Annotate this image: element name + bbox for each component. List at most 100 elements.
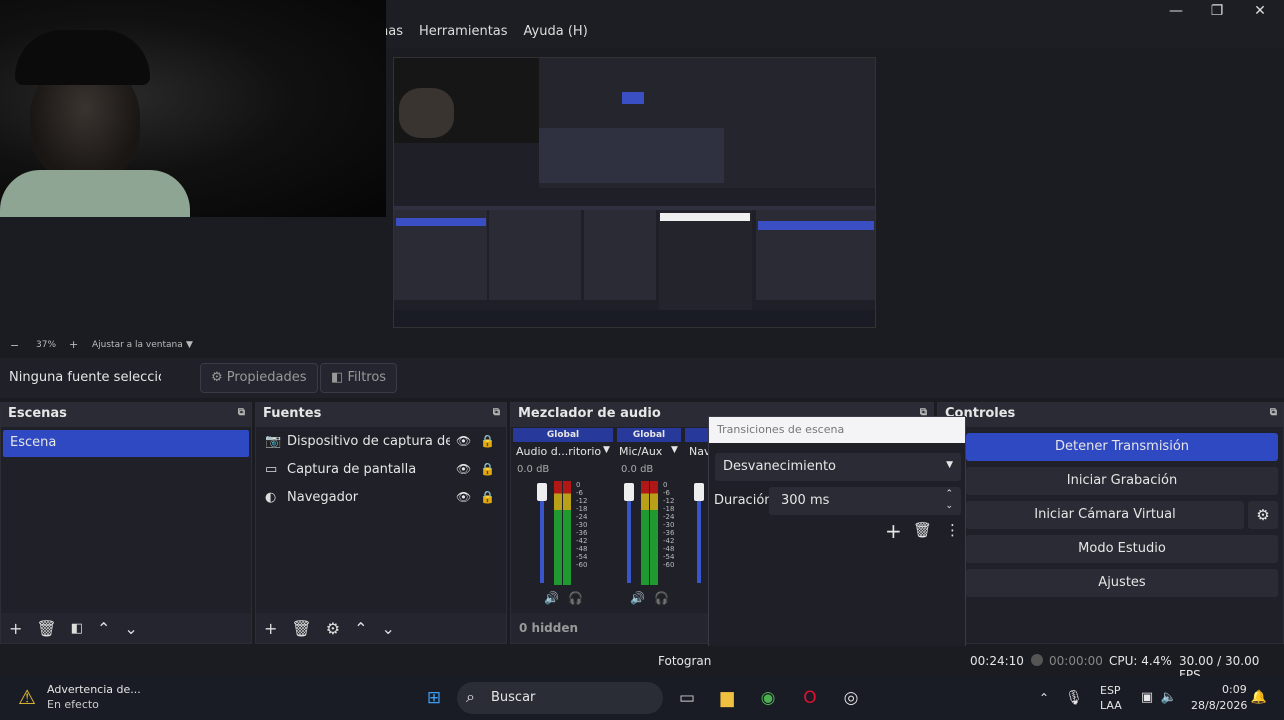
duration-input[interactable]: 300 ms ⌃ ⌄ — [769, 487, 961, 515]
source-item[interactable]: ◐ Navegador 👁 🔒 — [256, 483, 506, 511]
arrow-up-icon[interactable]: ⌃ — [354, 619, 367, 638]
start-recording-button[interactable]: Iniciar Grabación — [966, 467, 1278, 495]
cpu-usage: CPU: 4.4% — [1109, 654, 1172, 668]
add-icon[interactable]: + — [9, 619, 22, 638]
chevron-down-icon[interactable]: ▼ — [603, 445, 610, 455]
language[interactable]: ESP — [1100, 684, 1121, 697]
notifications-icon[interactable]: 🔔 — [1246, 686, 1272, 710]
selected-source-label: Ninguna fuente seleccionada — [9, 370, 161, 385]
arrow-down-icon[interactable]: ⌄ — [381, 619, 394, 638]
source-name: Captura de pantalla — [287, 461, 417, 477]
file-explorer-icon[interactable]: ▆ — [714, 686, 740, 710]
gear-icon[interactable]: ⚙ — [326, 619, 340, 638]
menu-item-tools[interactable]: Herramientas — [419, 24, 508, 39]
maximize-button[interactable]: ❐ — [1199, 2, 1235, 20]
undock-icon[interactable]: ⧉ — [238, 407, 245, 418]
search-box[interactable]: ⌕ Buscar — [457, 682, 663, 714]
channel-db: 0.0 dB — [517, 464, 550, 475]
sources-footer: + 🗑 ⚙ ⌃ ⌄ — [256, 613, 506, 643]
volume-icon[interactable]: 🔈 — [1156, 686, 1182, 710]
stepper-icon[interactable]: ⌃ ⌄ — [945, 488, 953, 512]
gear-icon[interactable]: ⚙ — [1248, 501, 1278, 529]
add-icon[interactable]: + — [885, 519, 902, 543]
fader-knob[interactable] — [694, 483, 704, 501]
source-name: Dispositivo de captura de video — [287, 433, 450, 449]
source-item[interactable]: 📷 Dispositivo de captura de video 👁 🔒 — [256, 427, 506, 455]
channel-header: Global — [617, 428, 681, 442]
warning-title[interactable]: Advertencia de... — [47, 683, 141, 696]
record-icon — [1031, 654, 1043, 666]
fader-knob[interactable] — [537, 483, 547, 501]
mixer-title: Mezclador de audio — [518, 406, 661, 421]
headphones-icon[interactable]: 🎧 — [568, 591, 583, 605]
chevron-down-icon: ▼ — [946, 460, 953, 470]
headphones-icon[interactable]: 🎧 — [654, 591, 669, 605]
zoom-fit-label[interactable]: Ajustar a la ventana — [92, 340, 183, 350]
preview-canvas[interactable] — [393, 57, 876, 328]
db-scale: 0 -6 -12 -18 -24 -30 -36 -42 -48 -54 -60 — [663, 481, 675, 569]
trash-icon[interactable]: 🗑 — [36, 619, 56, 638]
channel-name: Audio d...ritorio — [516, 445, 602, 458]
undock-icon[interactable]: ⧉ — [1270, 407, 1277, 418]
eye-icon[interactable]: 👁 — [456, 434, 471, 448]
properties-label: Propiedades — [226, 370, 307, 385]
controls-header: Controles ⧉ — [938, 403, 1283, 427]
chevron-up-icon[interactable]: ⌃ — [1031, 686, 1057, 710]
gear-icon: ⚙ — [211, 370, 223, 385]
minimize-button[interactable]: — — [1158, 2, 1194, 20]
speaker-icon[interactable]: 🔊 — [544, 591, 559, 605]
eye-icon[interactable]: 👁 — [456, 490, 471, 504]
windows-start-icon[interactable]: ⊞ — [421, 686, 447, 710]
scenes-title: Escenas — [8, 406, 67, 421]
webcam-overlay — [0, 0, 386, 217]
warning-subtitle: En efecto — [47, 698, 99, 711]
trash-icon[interactable]: 🗑 — [913, 521, 932, 539]
filters-button[interactable]: ◧ Filtros — [320, 363, 398, 393]
properties-button[interactable]: ⚙ Propiedades — [200, 363, 318, 393]
chevron-down-icon[interactable]: ▼ — [671, 445, 678, 455]
arrow-up-icon[interactable]: ⌃ — [97, 619, 110, 638]
add-icon[interactable]: + — [264, 619, 277, 638]
close-button[interactable]: ✕ — [1242, 2, 1278, 20]
chevron-down-icon[interactable]: ▼ — [186, 340, 193, 350]
eye-icon[interactable]: 👁 — [456, 462, 471, 476]
filter-icon[interactable]: ◧ — [71, 621, 83, 636]
lock-icon[interactable]: 🔒 — [480, 490, 495, 504]
source-item[interactable]: ▭ Captura de pantalla 👁 🔒 — [256, 455, 506, 483]
transition-select[interactable]: Desvanecimiento ▼ — [715, 453, 961, 481]
menu-item-help[interactable]: Ayuda (H) — [524, 24, 588, 39]
speaker-icon[interactable]: 🔊 — [630, 591, 645, 605]
webcam-shirt — [0, 170, 190, 217]
opera-icon[interactable]: O — [797, 686, 823, 710]
settings-button[interactable]: Ajustes — [966, 569, 1278, 597]
zoom-in-button[interactable]: + — [69, 338, 78, 351]
transitions-title: Transiciones de escena — [709, 417, 965, 443]
trash-icon[interactable]: 🗑 — [291, 619, 311, 638]
task-view-icon[interactable]: ▭ — [674, 686, 700, 710]
obs-icon[interactable]: ◎ — [838, 686, 864, 710]
lock-icon[interactable]: 🔒 — [480, 462, 495, 476]
studio-mode-button[interactable]: Modo Estudio — [966, 535, 1278, 563]
zoom-out-button[interactable]: − — [10, 339, 19, 352]
stop-stream-button[interactable]: Detener Transmisión — [966, 433, 1278, 461]
db-scale: 0 -6 -12 -18 -24 -30 -36 -42 -48 -54 -60 — [576, 481, 588, 569]
globe-icon: ◐ — [265, 489, 277, 505]
undock-icon[interactable]: ⧉ — [493, 407, 500, 418]
scenes-footer: + 🗑 ◧ ⌃ ⌄ — [1, 613, 251, 643]
source-toolbar: Ninguna fuente seleccionada ⚙ Propiedade… — [0, 358, 1284, 398]
lock-icon[interactable]: 🔒 — [480, 434, 495, 448]
arrow-down-icon[interactable]: ⌄ — [124, 619, 137, 638]
clock-time[interactable]: 0:09 — [1222, 683, 1247, 696]
more-icon[interactable]: ⋮ — [945, 521, 960, 539]
menu-bar: nas Herramientas Ayuda (H) — [380, 24, 588, 39]
taskbar: ⚠ Advertencia de... En efecto ⊞ ⌕ Buscar… — [0, 676, 1284, 720]
microphone-icon[interactable]: 🎙 — [1061, 686, 1087, 710]
hidden-count[interactable]: 0 hidden — [519, 621, 578, 635]
chrome-icon[interactable]: ◉ — [755, 686, 781, 710]
fader-knob[interactable] — [624, 483, 634, 501]
start-virtual-camera-button[interactable]: Iniciar Cámara Virtual — [966, 501, 1244, 529]
duration-value: 300 ms — [781, 493, 830, 508]
scene-item[interactable]: Escena — [3, 430, 249, 457]
level-meter — [554, 481, 562, 585]
clock-date[interactable]: 28/8/2026 — [1191, 699, 1247, 712]
